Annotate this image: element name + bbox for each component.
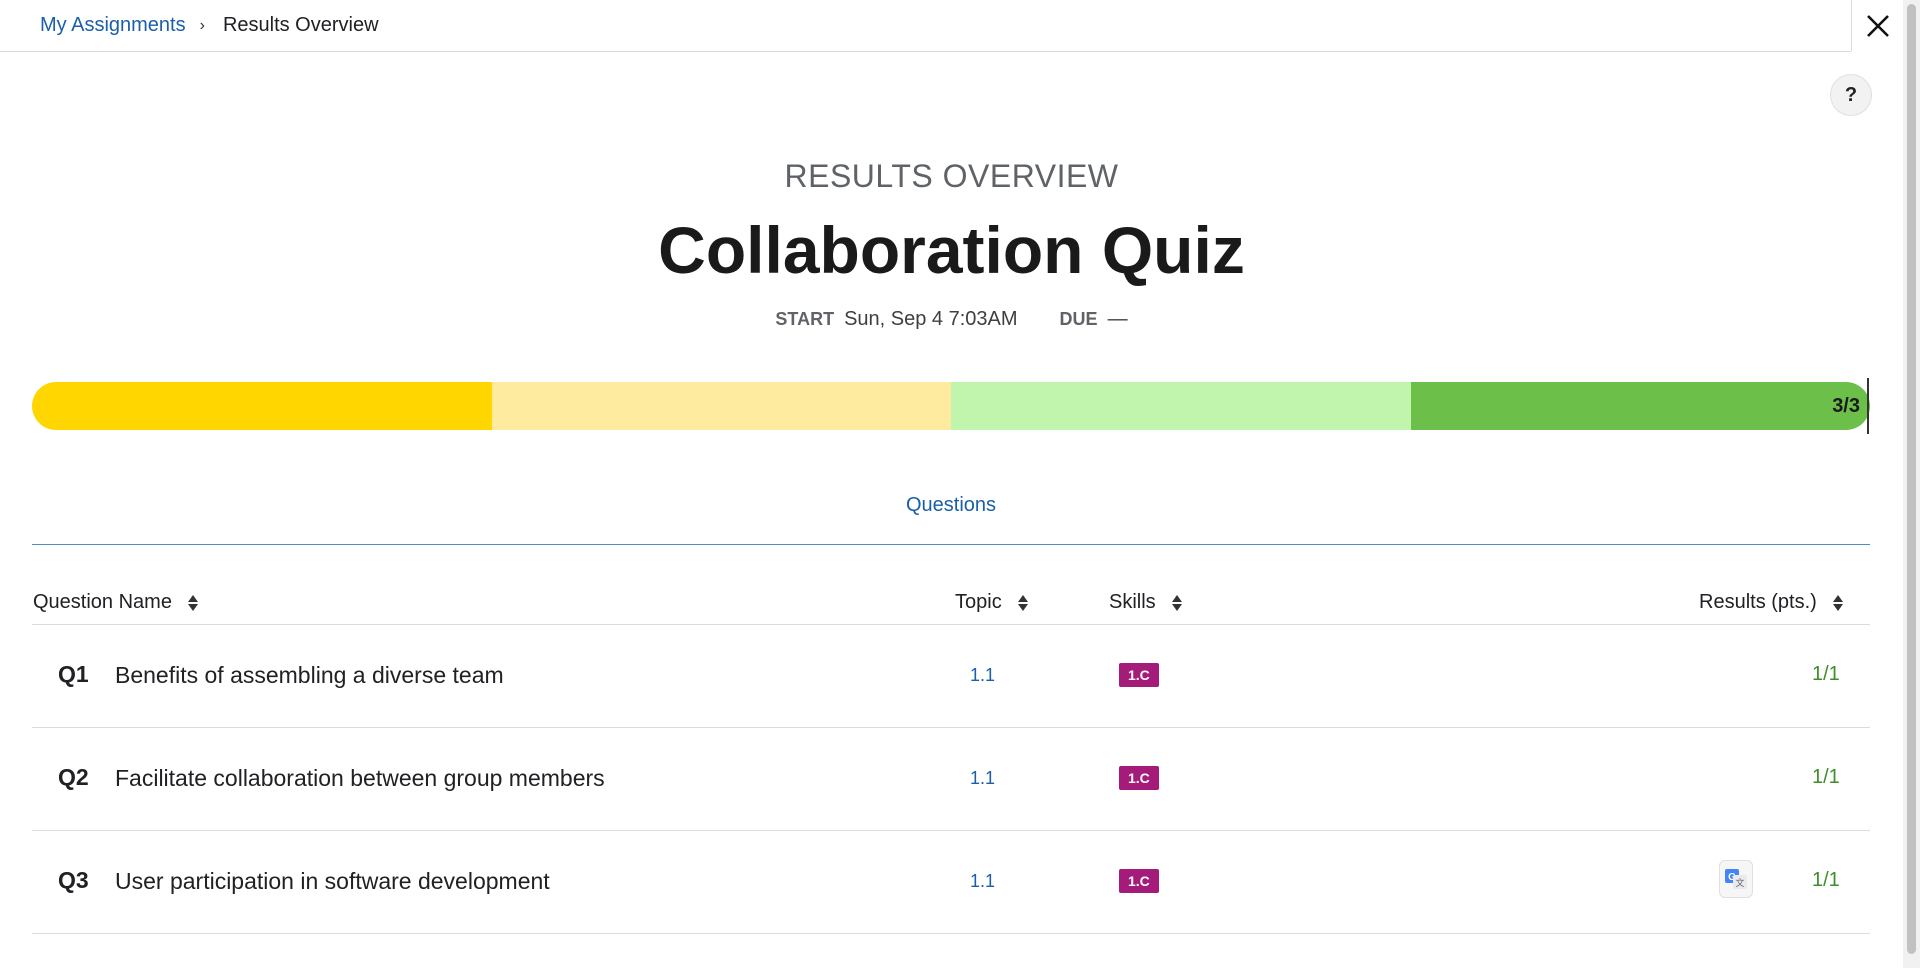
question-number: Q3 [58, 867, 89, 893]
translate-button[interactable]: G 文 [1719, 860, 1753, 898]
skill-badge: 1.C [1119, 663, 1159, 687]
skill-badge: 1.C [1119, 869, 1159, 893]
progress-segment-4: 3/3 [1410, 382, 1870, 430]
question-result: 1/1 [1812, 766, 1840, 788]
column-results[interactable]: Results (pts.) [1699, 591, 1843, 614]
breadcrumb-current: Results Overview [222, 14, 379, 36]
column-topic-label: Topic [955, 591, 1002, 613]
progress-segment-2 [491, 382, 951, 430]
vertical-scrollbar[interactable] [1903, 0, 1920, 968]
column-results-label: Results (pts.) [1699, 591, 1817, 613]
table-row[interactable]: Q1 Benefits of assembling a diverse team… [32, 625, 1870, 728]
question-name[interactable]: Benefits of assembling a diverse team [115, 662, 504, 689]
sort-icon [187, 594, 198, 611]
questions-table: Question Name Topic Skills Results (pts.… [32, 588, 1870, 934]
breadcrumb-my-assignments-link[interactable]: My Assignments [40, 14, 186, 37]
question-result: 1/1 [1812, 663, 1840, 685]
close-icon [1867, 14, 1889, 37]
tab-questions[interactable]: Questions [32, 494, 1870, 517]
question-result: 1/1 [1812, 869, 1840, 891]
due-value: — [1107, 308, 1128, 330]
chevron-right-icon: › [199, 16, 205, 34]
sort-icon [1171, 594, 1182, 611]
page-title: Collaboration Quiz [658, 213, 1245, 287]
top-bar: My Assignments › Results Overview [0, 0, 1851, 52]
translate-icon: G 文 [1725, 869, 1747, 889]
column-topic[interactable]: Topic [955, 591, 1028, 614]
assignment-meta: START Sun, Sep 4 7:03AM DUE — [0, 308, 1903, 331]
question-number: Q2 [58, 764, 89, 790]
svg-text:文: 文 [1735, 877, 1744, 888]
close-button[interactable] [1851, 0, 1904, 51]
topic-link[interactable]: 1.1 [970, 768, 995, 789]
skill-badge: 1.C [1119, 766, 1159, 790]
score-progress-bar: 3/3 [32, 382, 1870, 430]
scrollbar-thumb[interactable] [1907, 4, 1916, 954]
table-row[interactable]: Q2 Facilitate collaboration between grou… [32, 728, 1870, 831]
sort-icon [1832, 594, 1843, 611]
progress-segment-3 [951, 382, 1411, 430]
progress-label: 3/3 [1832, 395, 1860, 417]
column-question-name-label: Question Name [33, 591, 172, 613]
column-question-name[interactable]: Question Name [33, 591, 198, 614]
question-name[interactable]: Facilitate collaboration between group m… [115, 765, 605, 792]
table-row[interactable]: Q3 User participation in software develo… [32, 831, 1870, 934]
start-label: START [775, 309, 835, 329]
page-eyebrow: RESULTS OVERVIEW [784, 158, 1119, 194]
due-label: DUE [1059, 309, 1098, 329]
question-name[interactable]: User participation in software developme… [115, 868, 550, 895]
table-header: Question Name Topic Skills Results (pts.… [32, 588, 1870, 625]
help-button[interactable]: ? [1830, 74, 1872, 116]
tab-bar: Questions [32, 494, 1870, 545]
progress-marker [1867, 378, 1869, 434]
topic-link[interactable]: 1.1 [970, 871, 995, 892]
question-number: Q1 [58, 661, 89, 687]
column-skills[interactable]: Skills [1109, 591, 1182, 614]
sort-icon [1017, 594, 1028, 611]
topic-link[interactable]: 1.1 [970, 665, 995, 686]
start-value: Sun, Sep 4 7:03AM [844, 308, 1018, 330]
column-skills-label: Skills [1109, 591, 1156, 613]
breadcrumb: My Assignments › Results Overview [40, 14, 379, 37]
progress-segment-1 [32, 382, 492, 430]
